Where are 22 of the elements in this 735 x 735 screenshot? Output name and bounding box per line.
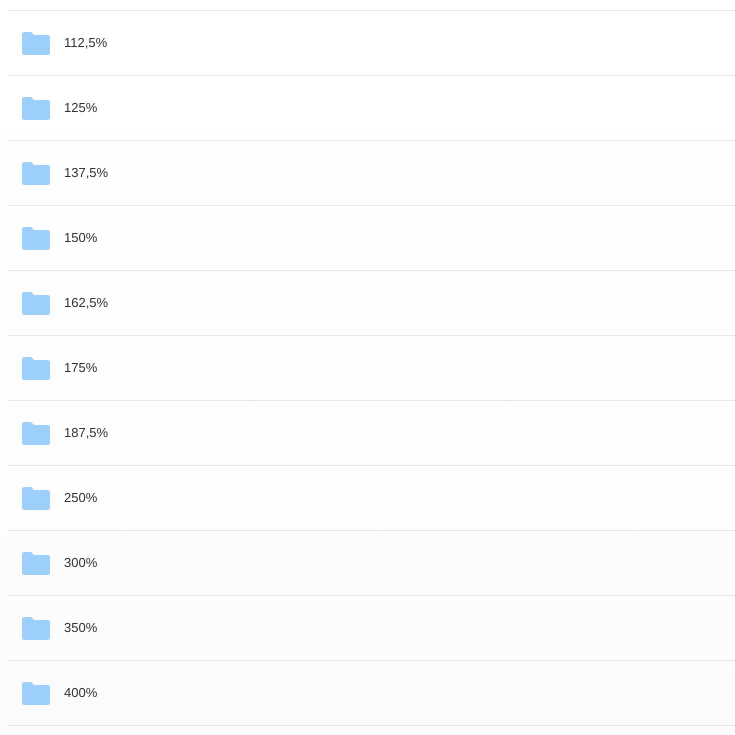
folder-name[interactable]: 187,5% bbox=[64, 423, 108, 443]
folder-name[interactable]: 350% bbox=[64, 618, 98, 638]
folder-name[interactable]: 300% bbox=[64, 553, 98, 573]
folder-icon bbox=[22, 682, 50, 704]
folder-name[interactable]: 137,5% bbox=[64, 163, 108, 183]
folder-icon bbox=[22, 96, 50, 120]
folder-name[interactable]: 112,5% bbox=[64, 33, 108, 53]
folder-name[interactable]: 162,5% bbox=[64, 293, 108, 313]
folder-icon bbox=[22, 226, 50, 250]
folder-icon bbox=[22, 32, 50, 54]
folder-name[interactable]: 150% bbox=[64, 228, 98, 248]
folder-name[interactable]: 125% bbox=[64, 98, 98, 118]
folder-name[interactable]: 175% bbox=[64, 358, 98, 378]
folder-icon bbox=[22, 486, 50, 510]
folder-name[interactable]: 400% bbox=[64, 683, 98, 703]
folder-icon bbox=[22, 616, 50, 640]
folder-icon bbox=[22, 356, 50, 380]
folder-icon bbox=[22, 292, 50, 314]
folder-icon bbox=[22, 552, 50, 574]
folder-icon bbox=[22, 422, 50, 444]
folder-icon bbox=[22, 162, 50, 184]
folder-name[interactable]: 250% bbox=[64, 488, 98, 508]
